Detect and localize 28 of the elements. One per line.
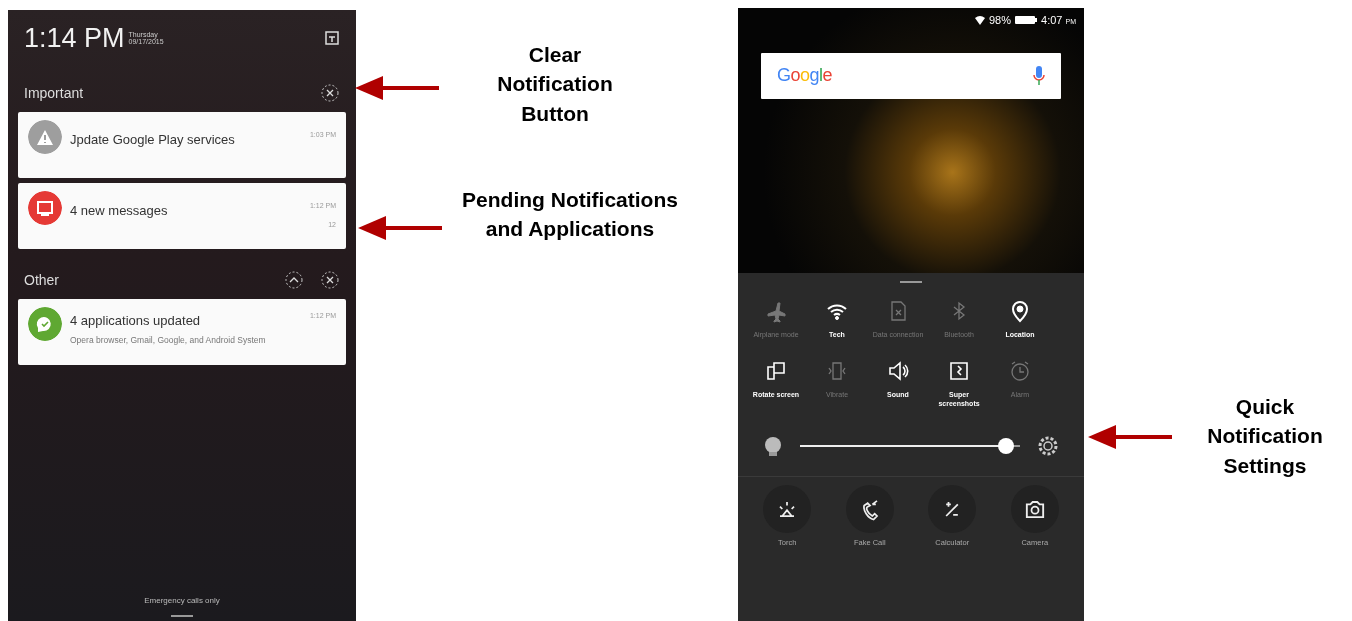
section-title: Important <box>24 83 84 103</box>
slider-thumb[interactable] <box>997 438 1014 455</box>
clock: 1:14 PM <box>24 22 125 55</box>
edit-icon[interactable] <box>324 30 340 47</box>
notification-title: Jpdate Google Play services <box>70 130 235 149</box>
airplane-icon <box>764 299 788 323</box>
battery-text: 98% <box>989 13 1012 28</box>
brightness-bulb-icon <box>762 435 784 458</box>
notification-title: 4 new messages <box>70 201 168 220</box>
search-bar[interactable]: Google <box>761 52 1061 99</box>
update-icon <box>28 306 62 341</box>
warning-icon <box>28 119 62 154</box>
footer-text: Emergency calls only <box>144 595 220 607</box>
section-title: Other <box>24 270 59 290</box>
callout-text: Pending Notifications and Applications <box>461 187 679 243</box>
battery-icon <box>1015 16 1038 25</box>
callout-text: Quick Notification Settings <box>1206 394 1324 479</box>
callout-text: Clear Notification Button <box>496 42 614 127</box>
message-icon <box>28 190 62 225</box>
wifi-icon <box>975 15 985 25</box>
notification-title: 4 applications updated <box>70 311 201 330</box>
microphone-icon[interactable] <box>1033 65 1045 86</box>
collapse-icon[interactable] <box>284 270 304 290</box>
clear-icon[interactable] <box>320 270 340 290</box>
clear-icon[interactable] <box>320 83 340 103</box>
notification-detail: Opera browser, Gmail, Google, and Android System <box>70 334 267 347</box>
search-logo-text: Google <box>777 64 833 87</box>
alarm-clock-icon <box>1008 359 1032 384</box>
